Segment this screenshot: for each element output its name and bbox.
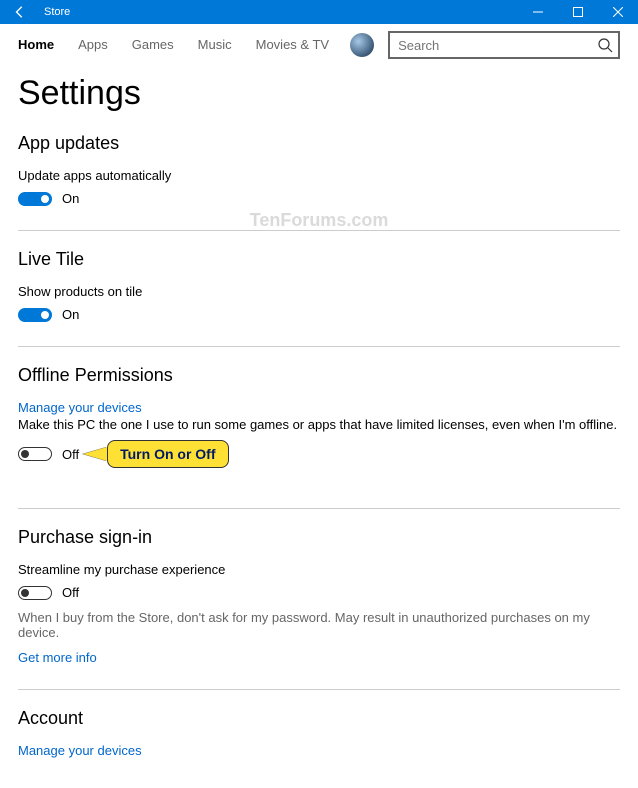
divider (18, 230, 620, 231)
minimize-button[interactable] (518, 0, 558, 24)
purchase-more-info-link[interactable]: Get more info (18, 650, 97, 665)
search-icon[interactable] (597, 37, 613, 53)
section-offline-title: Offline Permissions (18, 365, 620, 386)
divider (18, 508, 620, 509)
purchase-label: Streamline my purchase experience (18, 562, 620, 577)
app-updates-state: On (62, 191, 79, 206)
app-updates-toggle[interactable] (18, 192, 52, 206)
account-manage-devices-link[interactable]: Manage your devices (18, 743, 142, 758)
search-box[interactable] (388, 31, 620, 59)
purchase-state: Off (62, 585, 79, 600)
offline-state: Off (62, 447, 79, 462)
search-input[interactable] (390, 33, 618, 57)
section-app-updates-title: App updates (18, 133, 620, 154)
tab-games[interactable]: Games (123, 24, 183, 66)
close-button[interactable] (598, 0, 638, 24)
callout-text: Turn On or Off (107, 440, 228, 468)
back-button[interactable] (0, 0, 40, 24)
tab-music[interactable]: Music (189, 24, 241, 66)
section-live-tile-title: Live Tile (18, 249, 620, 270)
divider (18, 346, 620, 347)
app-updates-label: Update apps automatically (18, 168, 620, 183)
section-purchase-title: Purchase sign-in (18, 527, 620, 548)
offline-description: Make this PC the one I use to run some g… (18, 417, 620, 432)
purchase-help: When I buy from the Store, don't ask for… (18, 610, 620, 640)
live-tile-state: On (62, 307, 79, 322)
title-bar: Store (0, 0, 638, 24)
top-nav: Home Apps Games Music Movies & TV (0, 24, 638, 66)
content: Settings App updates Update apps automat… (0, 74, 638, 788)
app-title: Store (40, 6, 518, 18)
page-title: Settings (18, 74, 620, 113)
purchase-toggle[interactable] (18, 586, 52, 600)
divider (18, 689, 620, 690)
offline-toggle[interactable] (18, 447, 52, 461)
tab-apps[interactable]: Apps (69, 24, 117, 66)
tab-home[interactable]: Home (18, 24, 63, 66)
avatar[interactable] (350, 33, 374, 57)
section-account-title: Account (18, 708, 620, 729)
tab-movies-tv[interactable]: Movies & TV (247, 24, 338, 66)
callout-annotation: Turn On or Off (107, 440, 228, 468)
live-tile-toggle[interactable] (18, 308, 52, 322)
window-controls (518, 0, 638, 24)
offline-manage-devices-link[interactable]: Manage your devices (18, 400, 142, 415)
maximize-button[interactable] (558, 0, 598, 24)
live-tile-label: Show products on tile (18, 284, 620, 299)
